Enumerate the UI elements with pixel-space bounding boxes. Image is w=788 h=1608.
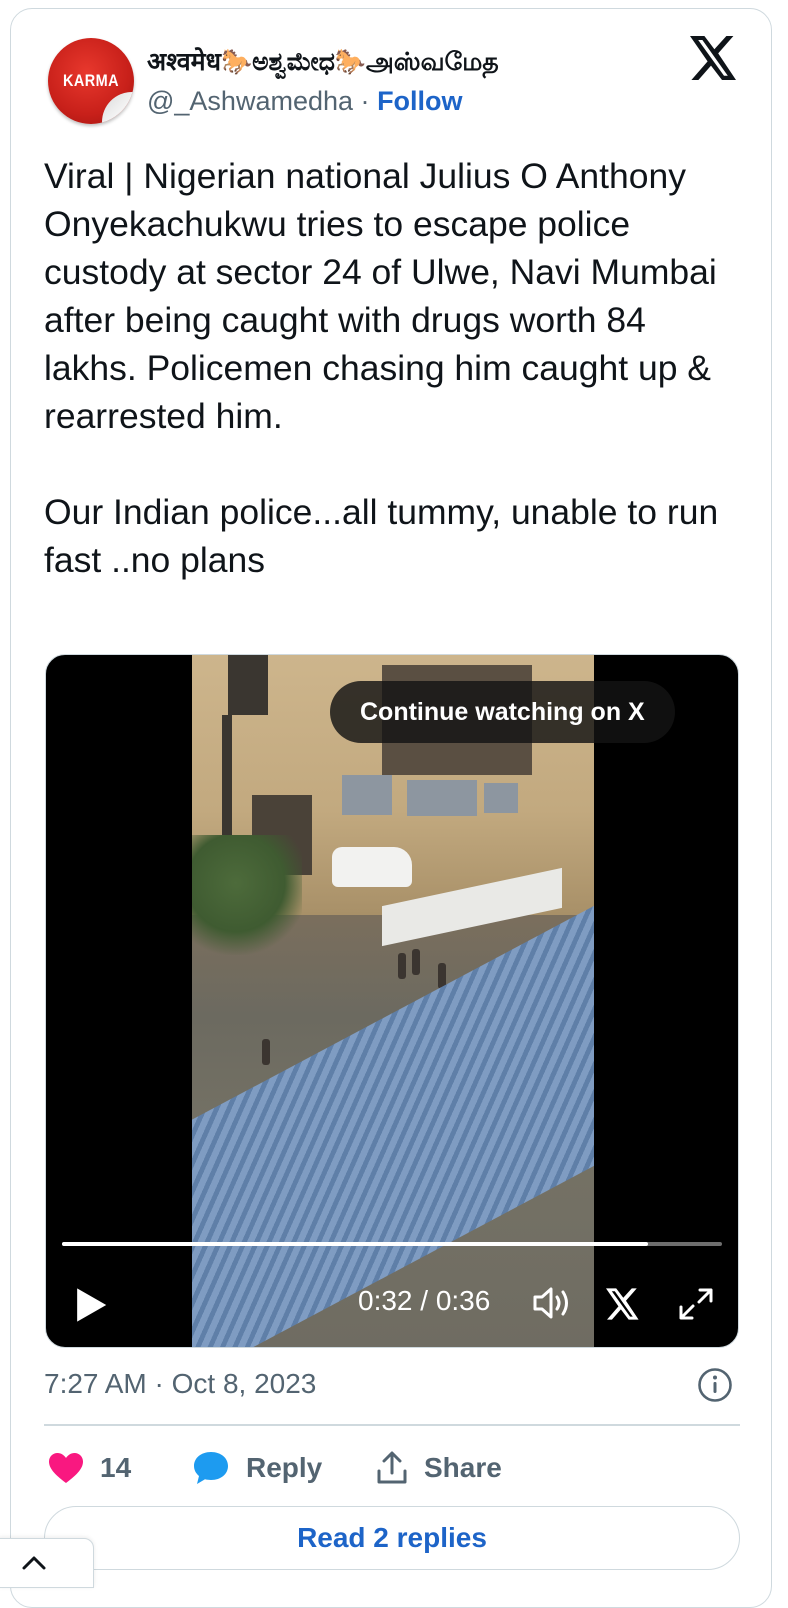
speech-bubble-icon	[194, 1452, 228, 1484]
action-bar: 14 Reply Share	[44, 1446, 740, 1490]
divider	[44, 1424, 740, 1426]
tweet-text: Viral | Nigerian national Julius O Antho…	[44, 156, 719, 580]
share-label: Share	[424, 1452, 502, 1483]
tweet-timestamp[interactable]: 7:27 AM · Oct 8, 2023	[44, 1368, 316, 1400]
scroll-top-button[interactable]	[0, 1538, 94, 1588]
author-display-name[interactable]: अश्वमेध🐎ಅಶ್ವಮೇಧ🐎அஸ்வமேத	[147, 44, 499, 80]
author-handle-row: @_Ashwamedha · Follow	[147, 86, 463, 117]
like-count: 14	[100, 1452, 132, 1483]
chevron-up-icon	[22, 1556, 46, 1570]
x-logo-icon[interactable]	[606, 1288, 640, 1320]
author-handle[interactable]: @_Ashwamedha	[147, 86, 353, 116]
info-icon[interactable]	[697, 1367, 733, 1403]
volume-icon[interactable]	[532, 1285, 572, 1321]
follow-button[interactable]: Follow	[377, 86, 462, 116]
heart-icon	[49, 1453, 83, 1483]
fullscreen-icon[interactable]	[678, 1287, 714, 1321]
video-progress-fill	[62, 1242, 649, 1246]
read-replies-button[interactable]: Read 2 replies	[44, 1506, 740, 1570]
avatar-logo-text: KARMA	[63, 71, 119, 90]
x-logo-icon[interactable]	[690, 36, 738, 80]
avatar[interactable]: KARMA	[48, 38, 134, 124]
video-player[interactable]: Continue watching on X 0:32 / 0:36	[45, 654, 739, 1348]
video-progress-bar[interactable]	[62, 1242, 722, 1246]
reply-label: Reply	[246, 1452, 323, 1483]
play-icon[interactable]	[74, 1287, 108, 1323]
reply-button[interactable]: Reply	[192, 1446, 322, 1490]
share-upload-icon	[377, 1451, 407, 1484]
video-time: 0:32 / 0:36	[358, 1285, 491, 1316]
like-button[interactable]: 14	[48, 1446, 131, 1490]
continue-watching-button[interactable]: Continue watching on X	[330, 681, 675, 743]
separator-dot: ·	[360, 86, 370, 116]
share-button[interactable]: Share	[376, 1446, 502, 1490]
